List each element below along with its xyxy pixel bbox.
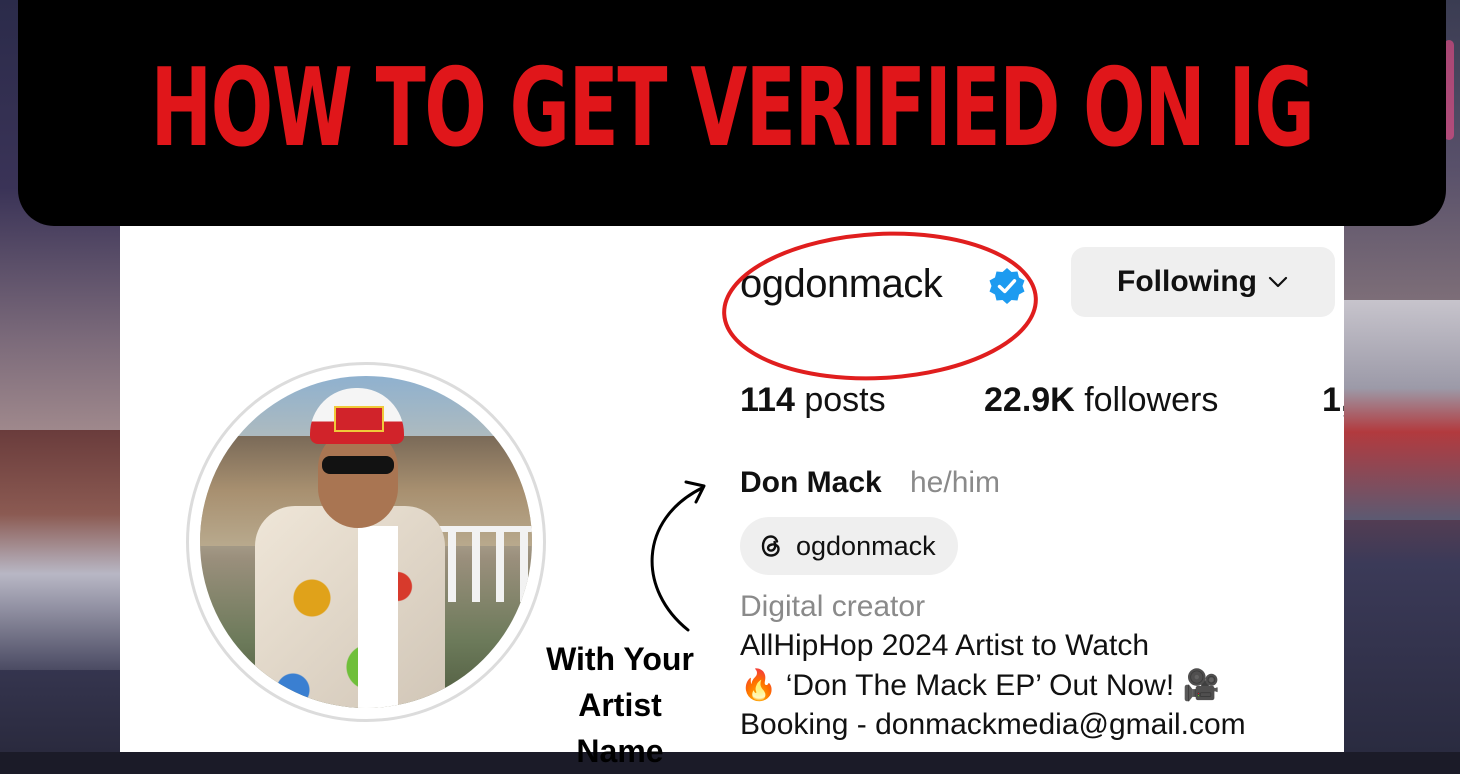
profile-category: Digital creator: [740, 590, 926, 623]
following-button[interactable]: Following: [1071, 247, 1335, 317]
followers-label: followers: [1084, 381, 1219, 419]
profile-avatar[interactable]: [200, 376, 532, 708]
annotation-text: With Your Artist Name: [540, 636, 700, 774]
followers-count: 22.9K: [984, 381, 1075, 419]
posts-label: posts: [804, 381, 886, 419]
chevron-down-icon: [1268, 276, 1288, 288]
posts-count: 114: [740, 381, 795, 419]
following-stat[interactable]: 1,: [1322, 381, 1344, 431]
background-car-right: [1344, 300, 1460, 520]
following-count-partial: 1,: [1322, 381, 1344, 419]
bio-line: AllHipHop 2024 Artist to Watch: [740, 629, 1150, 662]
bio-line: 🔥 ‘Don The Mack EP’ Out Now! 🎥: [740, 669, 1220, 702]
threads-handle: ogdonmack: [796, 530, 936, 561]
annotation-line-2: Artist: [578, 687, 662, 723]
threads-link[interactable]: ogdonmack: [740, 517, 958, 575]
profile-pronouns: he/him: [910, 466, 1001, 499]
following-button-label: Following: [1117, 265, 1257, 298]
annotation-line-3: Name: [576, 733, 664, 769]
annotation-line-1: With Your: [546, 641, 694, 677]
bio-email-line[interactable]: Booking - donmackmedia@gmail.com: [740, 708, 1246, 742]
background-car-left: [0, 430, 120, 670]
title-banner: HOW TO GET VERIFIED ON IG: [18, 0, 1446, 226]
followers-stat[interactable]: 22.9K followers: [984, 381, 1218, 420]
curved-arrow-icon: [650, 480, 706, 632]
highlight-circle: [722, 231, 1038, 381]
profile-full-name: Don Mack: [740, 466, 882, 499]
banner-title: HOW TO GET VERIFIED ON IG: [150, 45, 1315, 171]
posts-stat[interactable]: 114 posts: [740, 381, 886, 420]
threads-icon: [761, 535, 780, 557]
